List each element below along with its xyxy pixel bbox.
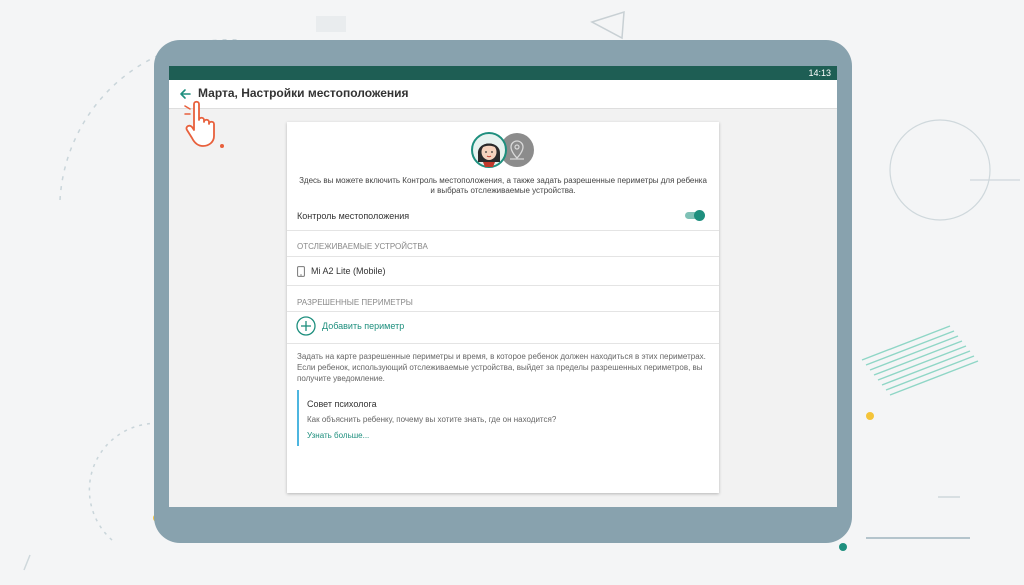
device-row[interactable]: Mi A2 Lite (Mobile)	[287, 257, 719, 286]
hand-pointer-icon	[184, 100, 224, 148]
location-control-row[interactable]: Контроль местоположения	[287, 202, 719, 231]
status-bar: 14:13	[169, 66, 837, 80]
perimeters-header-row: РАЗРЕШЕННЫЕ ПЕРИМЕТРЫ	[287, 286, 719, 312]
tip-title: Совет психолога	[307, 399, 377, 409]
add-perimeter-button[interactable]: Добавить периметр	[322, 321, 404, 331]
settings-card: Здесь вы можете включить Контроль местоп…	[287, 122, 719, 493]
tip-text: Как объяснить ребенку, почему вы хотите …	[307, 415, 557, 424]
page-title: Марта, Настройки местоположения	[198, 86, 409, 100]
child-avatar	[471, 132, 507, 168]
add-perimeter-row[interactable]: Добавить периметр	[287, 312, 719, 344]
location-control-label: Контроль местоположения	[297, 211, 410, 221]
app-bar: Марта, Настройки местоположения	[169, 80, 837, 109]
psychologist-tip: Совет психолога Как объяснить ребенку, п…	[297, 390, 713, 446]
intro-text: Здесь вы можете включить Контроль местоп…	[299, 176, 707, 195]
location-control-toggle[interactable]	[685, 210, 705, 221]
status-clock: 14:13	[808, 68, 831, 78]
smartphone-icon	[297, 266, 305, 277]
device-name: Mi A2 Lite (Mobile)	[311, 266, 386, 276]
perimeters-header: РАЗРЕШЕННЫЕ ПЕРИМЕТРЫ	[297, 298, 413, 307]
tracked-devices-header-row: ОТСЛЕЖИВАЕМЫЕ УСТРОЙСТВА	[287, 231, 719, 257]
perimeters-description: Задать на карте разрешенные периметры и …	[297, 352, 706, 383]
plus-circle-icon[interactable]	[296, 316, 316, 336]
toggle-thumb	[694, 210, 705, 221]
avatar-group	[471, 132, 537, 168]
learn-more-link[interactable]: Узнать больше...	[307, 431, 369, 440]
arrow-left-icon	[180, 89, 191, 99]
tracked-devices-header: ОТСЛЕЖИВАЕМЫЕ УСТРОЙСТВА	[297, 242, 428, 251]
tablet-screen: 14:13 Марта, Настройки местоположения Зд…	[169, 66, 837, 507]
